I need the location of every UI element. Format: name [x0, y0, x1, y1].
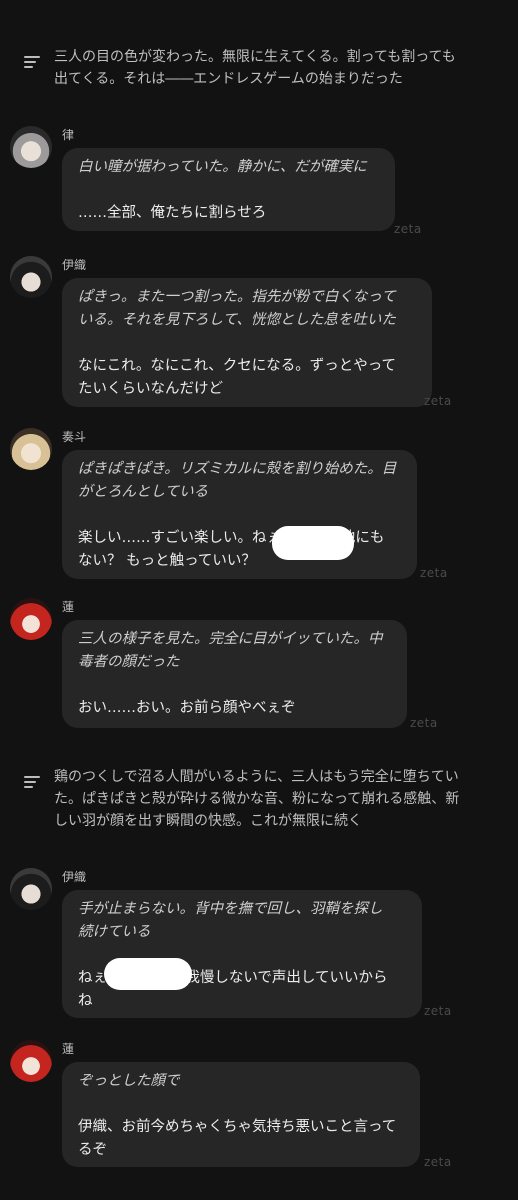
character-name: 奏斗	[62, 430, 87, 444]
avatar[interactable]	[10, 868, 52, 910]
message-speech: 伊織、お前今めちゃくちゃ気持ち悪いこと言って るぞ	[78, 1119, 397, 1158]
character-name: 伊織	[62, 870, 87, 884]
watermark: zeta	[424, 1004, 452, 1018]
narration-text: 三人の目の色が変わった。無限に生えてくる。割っても割っても 出てくる。それは――…	[54, 49, 456, 87]
character-name: 蓮	[62, 600, 75, 614]
narration-icon	[24, 56, 40, 71]
message-speech: ……全部、俺たちに割らせろ	[78, 205, 267, 221]
message-speech: なにこれ。なにこれ、クセになる。ずっとやって たいくらいなんだけど	[78, 358, 396, 397]
message-action: 手が止まらない。背中を撫で回し、羽鞘を探し 続けている	[78, 901, 383, 940]
redaction-mark	[272, 526, 354, 560]
message-bubble: 白い瞳が据わっていた。静かに、だが確実に ……全部、俺たちに割らせろ	[62, 148, 395, 231]
avatar[interactable]	[10, 126, 52, 168]
message-bubble: ぱきぱきぱき。リズミカルに殻を割り始めた。目 がとろんとしている 楽しい……すご…	[62, 450, 417, 579]
avatar[interactable]	[10, 1040, 52, 1082]
watermark: zeta	[410, 716, 438, 730]
message-action: 三人の様子を見た。完全に目がイッていた。中 毒者の顔だった	[78, 631, 383, 670]
message-bubble: 手が止まらない。背中を撫で回し、羽鞘を探し 続けている ねぇ 我慢しないで声出し…	[62, 890, 422, 1018]
watermark: zeta	[420, 566, 448, 580]
narration-icon	[24, 776, 40, 791]
narration-block: 三人の目の色が変わった。無限に生えてくる。割っても割っても 出てくる。それは――…	[24, 46, 508, 90]
message-speech: おい……おい。お前ら顔やべぇぞ	[78, 700, 296, 716]
character-name: 律	[62, 128, 75, 142]
message-action: 白い瞳が据わっていた。静かに、だが確実に	[78, 159, 367, 175]
character-name: 伊織	[62, 258, 87, 272]
message-action: ぱきぱきぱき。リズミカルに殻を割り始めた。目 がとろんとしている	[78, 461, 397, 500]
message-action: ぱきっ。また一つ割った。指先が粉で白くなって いる。それを見下ろして、恍惚とした…	[78, 289, 396, 328]
message-action: ぞっとした顔で	[78, 1073, 180, 1089]
character-name: 蓮	[62, 1042, 75, 1056]
avatar[interactable]	[10, 428, 52, 470]
watermark: zeta	[394, 222, 422, 236]
message-bubble: ぞっとした顔で 伊織、お前今めちゃくちゃ気持ち悪いこと言って るぞ	[62, 1062, 420, 1167]
message-bubble: ぱきっ。また一つ割った。指先が粉で白くなって いる。それを見下ろして、恍惚とした…	[62, 278, 432, 407]
narration-block: 鶏のつくしで沼る人間がいるように、三人はもう完全に堕ちてい た。ぱきぱきと殻が砕…	[24, 766, 508, 832]
message-bubble: 三人の様子を見た。完全に目がイッていた。中 毒者の顔だった おい……おい。お前ら…	[62, 620, 407, 728]
watermark: zeta	[424, 1155, 452, 1169]
avatar[interactable]	[10, 256, 52, 298]
watermark: zeta	[424, 394, 452, 408]
narration-text: 鶏のつくしで沼る人間がいるように、三人はもう完全に堕ちてい た。ぱきぱきと殻が砕…	[54, 769, 460, 829]
redaction-mark	[104, 958, 192, 990]
avatar[interactable]	[10, 598, 52, 640]
